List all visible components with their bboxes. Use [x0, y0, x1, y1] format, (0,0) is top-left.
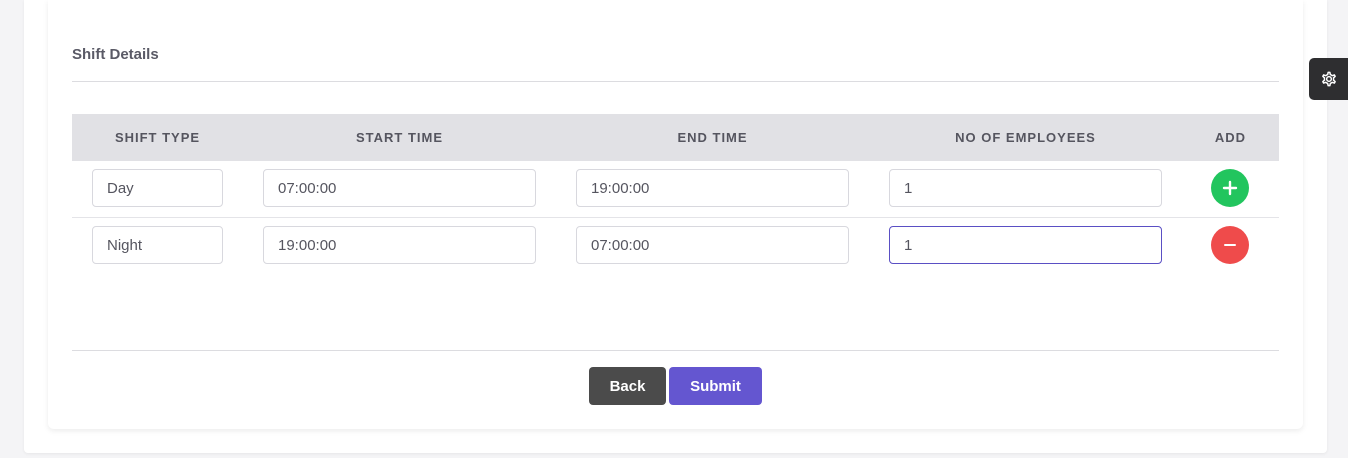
footer-divider [72, 350, 1279, 351]
table-row [72, 218, 1279, 274]
end-time-input[interactable] [576, 226, 849, 264]
end-time-input[interactable] [576, 169, 849, 207]
add-row-button[interactable] [1211, 169, 1249, 207]
employees-input[interactable] [889, 169, 1162, 207]
start-time-input[interactable] [263, 169, 536, 207]
header-no-of-employees: NO OF EMPLOYEES [955, 130, 1096, 145]
table-header: SHIFT TYPE START TIME END TIME NO OF EMP… [72, 114, 1279, 161]
submit-button[interactable]: Submit [669, 367, 762, 405]
shift-type-input[interactable] [92, 226, 223, 264]
section-title: Shift Details [72, 46, 159, 63]
header-add: ADD [1214, 130, 1247, 145]
settings-toggle-button[interactable] [1309, 58, 1348, 100]
header-start-time: START TIME [355, 130, 444, 145]
employees-input[interactable] [889, 226, 1162, 264]
header-shift-type: SHIFT TYPE [114, 130, 201, 145]
table-row [72, 161, 1279, 218]
section-divider [72, 81, 1279, 82]
remove-row-button[interactable] [1211, 226, 1249, 264]
start-time-input[interactable] [263, 226, 536, 264]
back-button[interactable]: Back [589, 367, 666, 405]
gear-icon [1321, 71, 1336, 87]
header-end-time: END TIME [677, 130, 748, 145]
shift-details-card: Shift Details SHIFT TYPE START TIME END … [48, 0, 1303, 429]
shift-table: SHIFT TYPE START TIME END TIME NO OF EMP… [72, 114, 1279, 274]
shift-type-input[interactable] [92, 169, 223, 207]
plus-icon [1222, 180, 1238, 196]
minus-icon [1224, 244, 1236, 246]
